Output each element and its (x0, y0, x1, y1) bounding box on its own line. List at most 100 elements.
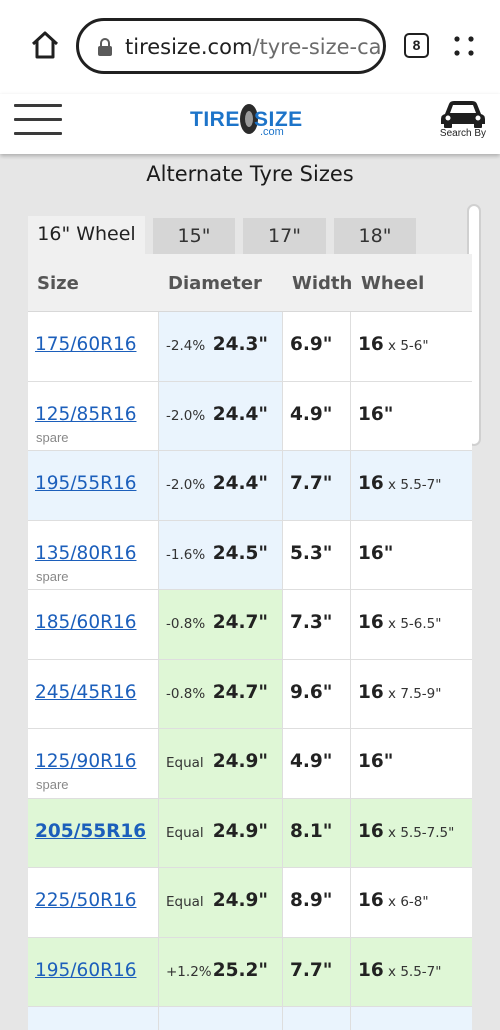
table-row: 205/55R16 Equal 24.9" 8.1" 16 x 5.5-7.5" (28, 798, 472, 868)
lock-icon (98, 38, 112, 56)
width-cell: 8.1" (282, 798, 350, 867)
tyre-size-link[interactable]: 185/60R16 (35, 612, 136, 633)
wheel-diameter: 16" (358, 403, 394, 425)
size-cell: 125/85R16 spare (28, 382, 158, 451)
size-cell: 195/55R16 (28, 451, 158, 520)
wheel-value: 16 x 6-8" (358, 890, 429, 911)
diameter-difference: -2.4% (166, 338, 206, 354)
wheel-cell: 16 x 5-6" (350, 312, 472, 381)
diameter-value: 24.7" (212, 612, 268, 633)
size-cell: 245/45R16 (28, 660, 158, 729)
table-row: 175/60R16 -2.4% 24.3" 6.9" 16 x 5-6" (28, 312, 472, 382)
diameter-value: 24.5" (212, 542, 268, 564)
table-body: 175/60R16 -2.4% 24.3" 6.9" 16 x 5-6" 125/85R1… (28, 312, 472, 1030)
wheel-cell: 16 x 6-8" (350, 868, 472, 937)
hamburger-menu-icon[interactable] (14, 104, 62, 136)
size-cell: 225/50R16 (28, 868, 158, 937)
width-value: 4.9" (290, 403, 333, 425)
diameter-value: 24.4" (212, 403, 268, 425)
width-cell (282, 1007, 350, 1030)
diameter-cell: -2.4% 24.3" (158, 312, 282, 381)
wheel-cell: 16 x 7.5-9" (350, 659, 472, 728)
width-cell: 8.9" (282, 868, 350, 937)
width-value: 6.9" (290, 334, 333, 355)
wheel-cell: 16 x 5.5-7.5" (350, 798, 472, 867)
logo-tire-text: TIRE (190, 108, 240, 131)
table-row: 135/80R16 spare -1.6% 24.5" 5.3" 16" (28, 520, 472, 590)
header-diameter: Diameter (168, 273, 262, 294)
diameter-difference: Equal (166, 824, 204, 841)
table-header: Size Diameter Width Wheel (28, 254, 472, 312)
wheel-cell: 16 x 5.5-7" (350, 451, 472, 520)
wheel-diameter: 16 (358, 334, 384, 355)
diameter-difference: -2.0% (166, 407, 206, 424)
more-menu-icon[interactable] (452, 34, 476, 58)
wheel-value: 16 x 5-6.5" (358, 612, 441, 633)
wheel-value: 16 x 5.5-7.5" (358, 821, 454, 842)
tyre-size-link[interactable]: 245/45R16 (35, 682, 136, 703)
diameter-difference: -0.8% (166, 685, 206, 702)
diameter-difference: -2.0% (166, 477, 206, 493)
tab-16-wheel[interactable]: 16" Wheel (28, 216, 145, 254)
diameter-difference: Equal (166, 755, 204, 771)
diameter-value: 24.9" (212, 820, 268, 842)
wheel-size-tabs: 16" Wheel 15" 17" 18" (28, 214, 472, 254)
home-icon[interactable] (28, 28, 62, 62)
wheel-value: 16 x 5.5-7" (358, 473, 441, 494)
table-row: 245/45R16 -0.8% 24.7" 9.6" 16 x 7.5-9" (28, 659, 472, 729)
wheel-diameter: 16" (358, 751, 394, 772)
tyre-size-link[interactable]: 135/80R16 (35, 543, 136, 564)
diameter-cell: Equal 24.9" (158, 798, 282, 867)
diameter-cell (158, 1007, 282, 1030)
tyre-size-link[interactable]: 175/60R16 (35, 334, 136, 355)
alternate-sizes-table: Size Diameter Width Wheel 175/60R16 -2.4%… (28, 254, 472, 1030)
size-cell: 135/80R16 spare (28, 521, 158, 590)
width-value: 8.1" (290, 820, 333, 842)
rim-width-range: x 6-8" (383, 894, 429, 910)
tyre-size-link[interactable]: 125/85R16 (35, 404, 136, 425)
width-value: 4.9" (290, 751, 333, 772)
diameter-cell: Equal 24.9" (158, 868, 282, 937)
tyre-size-link[interactable]: 125/90R16 (35, 751, 136, 772)
size-cell: 195/60R16 (28, 938, 158, 1007)
width-value: 5.3" (290, 542, 333, 564)
width-value: 7.7" (290, 959, 333, 981)
rim-width-range: x 5.5-7" (383, 477, 442, 493)
spare-note: spare (36, 777, 69, 792)
tab-switcher-button[interactable]: 8 (404, 33, 429, 58)
tyre-size-link[interactable]: 205/55R16 (35, 821, 146, 842)
wheel-value: 16 x 7.5-9" (358, 682, 441, 703)
diameter-value: 25.2" (212, 959, 268, 981)
diameter-cell: -2.0% 24.4" (158, 451, 282, 520)
size-cell: 175/60R16 (28, 312, 158, 381)
car-icon (441, 101, 485, 128)
tyre-size-link[interactable]: 195/60R16 (35, 960, 136, 981)
table-row (28, 1007, 472, 1030)
site-logo[interactable]: TIRE SIZE .com (186, 98, 314, 142)
tyre-size-link[interactable]: 225/50R16 (35, 890, 136, 911)
site-header: TIRE SIZE .com Search By (0, 94, 500, 154)
tyre-size-card: 16" Wheel 15" 17" 18" Size Diameter Widt… (28, 214, 472, 1030)
tab-15[interactable]: 15" (153, 218, 235, 254)
tab-18[interactable]: 18" (334, 218, 416, 254)
wheel-cell: 16" (350, 729, 472, 798)
url-text: tiresize.com/tyre-size-ca (125, 33, 380, 61)
rim-width-range: x 7.5-9" (383, 685, 442, 702)
wheel-cell: 16" (350, 381, 472, 450)
address-bar[interactable]: tiresize.com/tyre-size-ca (76, 18, 386, 74)
search-by-button[interactable]: Search By (432, 98, 494, 146)
browser-toolbar: tiresize.com/tyre-size-ca 8 (0, 0, 500, 94)
diameter-difference: -1.6% (166, 546, 206, 563)
tyre-size-link[interactable]: 195/55R16 (35, 473, 136, 494)
table-row: 195/55R16 -2.0% 24.4" 7.7" 16 x 5.5-7" (28, 451, 472, 521)
wheel-cell (350, 1007, 472, 1030)
url-path: /tyre-size-ca (252, 35, 380, 59)
diameter-cell: -1.6% 24.5" (158, 520, 282, 589)
width-cell: 4.9" (282, 729, 350, 798)
spare-note: spare (36, 429, 69, 445)
wheel-value: 16 x 5-6" (358, 334, 429, 355)
table-row: 125/85R16 spare -2.0% 24.4" 4.9" 16" (28, 381, 472, 451)
tab-17[interactable]: 17" (243, 218, 326, 254)
size-cell: 185/60R16 (28, 590, 158, 659)
width-cell: 7.7" (282, 937, 350, 1006)
